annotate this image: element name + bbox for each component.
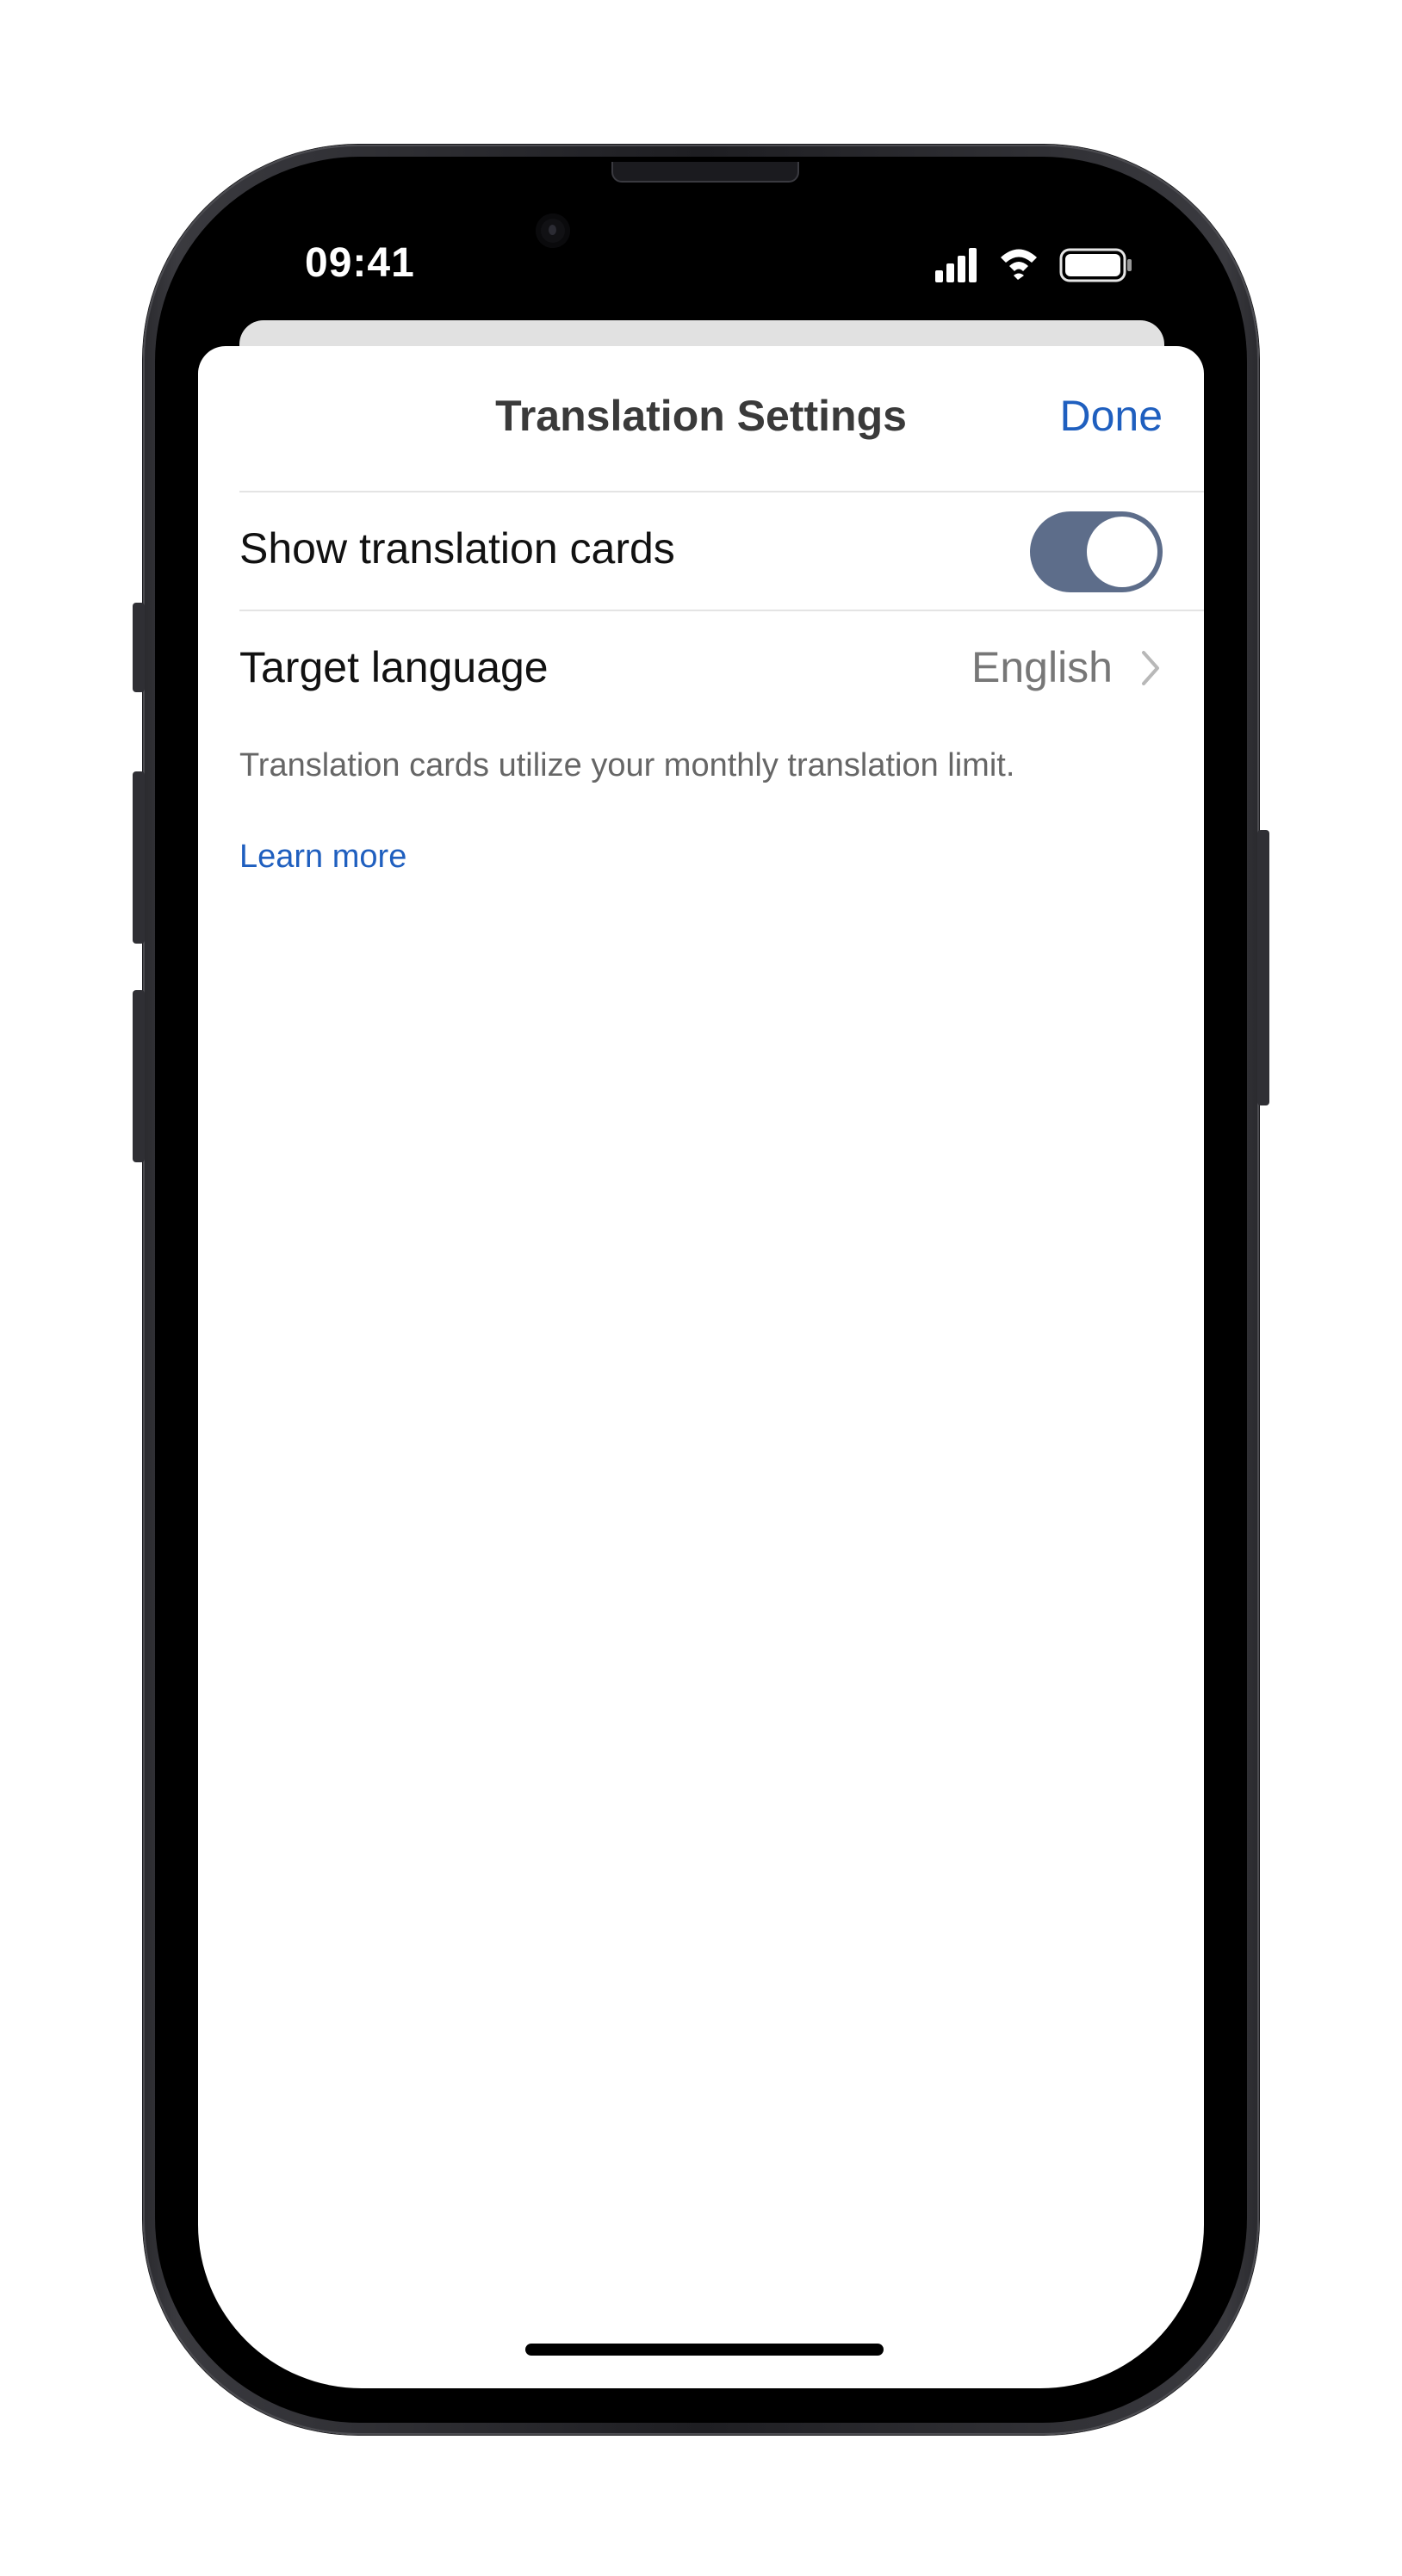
- volume-down-button: [133, 990, 145, 1162]
- show-translation-cards-row: Show translation cards: [239, 492, 1163, 610]
- action-button: [133, 603, 145, 692]
- toggle-knob: [1087, 517, 1157, 587]
- show-translation-cards-toggle[interactable]: [1030, 511, 1163, 592]
- translation-settings-sheet: Translation Settings Done Show translati…: [198, 346, 1204, 2388]
- power-button: [1257, 830, 1269, 1105]
- cellular-signal-icon: [935, 248, 977, 282]
- target-language-label: Target language: [239, 643, 549, 691]
- target-language-value: English: [971, 643, 1113, 691]
- chevron-right-icon: [1142, 651, 1159, 685]
- status-icons: [935, 248, 1132, 282]
- front-camera: [536, 214, 570, 248]
- learn-more-link[interactable]: Learn more: [239, 839, 406, 876]
- sheet-title: Translation Settings: [495, 392, 907, 440]
- speaker-grill: [611, 162, 799, 183]
- home-indicator[interactable]: [525, 2344, 884, 2356]
- wifi-icon: [1001, 249, 1037, 280]
- status-time: 09:41: [305, 240, 415, 286]
- battery-icon: [1059, 248, 1132, 282]
- volume-up-button: [133, 771, 145, 944]
- target-language-row[interactable]: Target language English: [239, 611, 1163, 728]
- translation-limit-note: Translation cards utilize your monthly t…: [239, 747, 1015, 783]
- show-translation-cards-label: Show translation cards: [239, 524, 675, 573]
- done-button[interactable]: Done: [1059, 391, 1163, 441]
